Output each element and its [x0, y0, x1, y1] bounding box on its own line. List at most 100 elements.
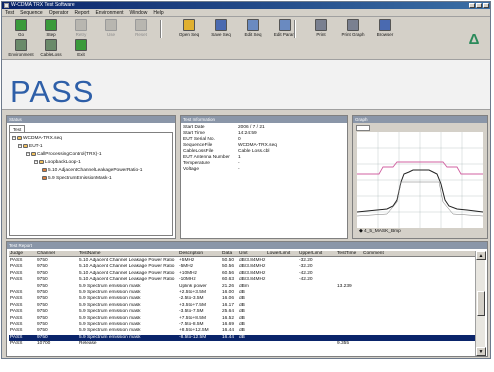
tab-test[interactable]: Test — [9, 125, 26, 132]
table-row[interactable]: PASS 9750 5.9 Spectrum emission mask -7.5to… — [9, 322, 475, 328]
tree-node[interactable]: − CallProcessingControl(TRX)-1 — [26, 151, 102, 158]
exit-button[interactable]: Exit — [66, 37, 96, 58]
table-row[interactable]: PASS 9750 5.9 Spectrum emission mask +7.5to… — [9, 316, 475, 322]
table-row[interactable]: PASS 9750 5.9 Spectrum emission mask -8.5to… — [9, 334, 475, 341]
expand-toggle-icon[interactable]: − — [34, 160, 38, 164]
test-report-table[interactable]: Judge Channel TestName Description Data Unit L… — [9, 251, 475, 356]
column-header-unit[interactable]: Unit — [239, 251, 266, 257]
environment-button[interactable]: Environment — [6, 37, 36, 58]
browser-button[interactable]: Browser — [370, 17, 400, 38]
go-button[interactable]: Go — [6, 17, 36, 38]
expand-toggle-icon[interactable]: − — [26, 152, 30, 156]
column-header-judge[interactable]: Judge — [10, 251, 36, 257]
tree-node-label: LoopbackLoop-1 — [45, 160, 81, 165]
cell-description: +7.5to+8.5M — [179, 315, 206, 321]
cell-channel: 9750 — [37, 283, 48, 289]
delta-icon: Δ — [468, 31, 480, 48]
tree-node[interactable]: − WCDMA-TRX.seq — [12, 135, 62, 142]
cell-description: +10MHz — [179, 270, 197, 276]
environment-label: Environment — [8, 52, 34, 57]
toolbar-separator — [160, 20, 162, 38]
cell-testname: 5.9 Spectrum emission mask — [79, 283, 141, 289]
column-header-description[interactable]: Description — [179, 251, 221, 257]
table-row[interactable]: PASS 9750 5.10 Adjacent Channel Leakage Po… — [9, 258, 475, 264]
table-row[interactable]: PASS 9750 5.10 Adjacent Channel Leakage Po… — [9, 277, 475, 283]
scroll-down-button[interactable]: ▼ — [476, 347, 486, 356]
expand-toggle-icon[interactable]: − — [18, 144, 22, 148]
scroll-up-button[interactable]: ▲ — [476, 251, 486, 260]
cell-judge: PASS — [10, 315, 23, 321]
table-row[interactable]: PASS 9750 5.9 Spectrum emission mask -2.5to… — [9, 296, 475, 302]
table-row[interactable]: PASS 9750 5.9 Spectrum emission mask +8.5to… — [9, 328, 475, 334]
menu-test[interactable]: Test — [5, 10, 14, 16]
sequence-tree[interactable]: − WCDMA-TRX.seq − EUT-1− CallProcessingContr… — [9, 132, 173, 236]
menu-help[interactable]: Help — [153, 10, 163, 16]
use-button[interactable]: Use — [96, 17, 126, 38]
minimize-button[interactable] — [469, 3, 475, 8]
info-row: Voltage - — [183, 167, 240, 173]
cell-data: 50.50 — [222, 258, 235, 263]
info-value: 1 — [238, 155, 241, 160]
print-button[interactable]: Print — [306, 17, 336, 38]
reset-icon — [135, 19, 147, 31]
use-icon — [105, 19, 117, 31]
tree-node[interactable]: − LoopbackLoop-1 — [34, 159, 81, 166]
table-row[interactable]: 9750 5.9 Spectrum emission mask Uplink pow… — [9, 284, 475, 290]
column-header-upperlimit[interactable]: UpperLimit — [299, 251, 336, 257]
tree-node[interactable]: − EUT-1 — [18, 143, 43, 150]
cell-channel: 9750 — [37, 315, 48, 321]
cell-description: Uplink power — [179, 283, 207, 289]
retry-button[interactable]: Retry — [66, 17, 96, 38]
table-row[interactable]: PASS 9750 5.9 Spectrum emission mask -3.5to… — [9, 309, 475, 315]
menu-report[interactable]: Report — [74, 10, 89, 16]
column-header-testtime[interactable]: TestTime — [337, 251, 362, 257]
scroll-thumb[interactable] — [477, 291, 485, 316]
table-row[interactable]: PASS 9750 5.10 Adjacent Channel Leakage Po… — [9, 264, 475, 270]
cell-judge: PASS — [10, 328, 23, 334]
menu-sequence[interactable]: Sequence — [20, 10, 43, 16]
table-row[interactable]: PASS 9750 5.10 Adjacent Channel Leakage Po… — [9, 271, 475, 277]
menu-environment[interactable]: Environment — [95, 10, 123, 16]
open-folder-icon — [183, 19, 195, 31]
open-seq-button[interactable]: Open Seq — [174, 17, 204, 38]
pass-status-text: PASS — [10, 74, 95, 109]
retry-icon — [75, 19, 87, 31]
tree-node-label: 5.9 SpectrumEmissionMask-1 — [48, 176, 112, 181]
column-header-data[interactable]: Data — [222, 251, 238, 257]
maximize-button[interactable] — [476, 3, 482, 8]
column-header-testname[interactable]: TestName — [79, 251, 177, 257]
folder-icon — [23, 144, 28, 148]
edit-icon — [247, 19, 259, 31]
toolbar-separator — [294, 20, 296, 38]
graph-tab[interactable] — [356, 125, 370, 131]
menu-window[interactable]: Window — [130, 10, 148, 16]
cell-testname: 5.10 Adjacent Channel Leakage Power Rati… — [79, 264, 175, 270]
print-graph-button[interactable]: Print Graph — [338, 17, 368, 38]
column-header-comment[interactable]: Comment — [363, 251, 393, 257]
table-row[interactable]: PASS 9750 5.9 Spectrum emission mask +3.5to… — [9, 303, 475, 309]
cell-testname: 5.10 Adjacent Channel Leakage Power Rati… — [79, 270, 175, 276]
expand-toggle-icon[interactable]: − — [12, 136, 16, 140]
menu-operator[interactable]: Operator — [49, 10, 69, 16]
cell-channel: 9750 — [37, 290, 48, 295]
close-button[interactable] — [483, 3, 489, 8]
column-header-lowerlimit[interactable]: LowerLimit — [267, 251, 298, 257]
info-value: Cable Loss.cbl — [238, 149, 270, 154]
cell-data: 16.44 — [222, 328, 235, 334]
table-row[interactable]: PASS 10700 Release 9.355 — [9, 341, 475, 347]
save-seq-button[interactable]: Save Seq — [206, 17, 236, 38]
edit-seq-button[interactable]: Edit Seq — [238, 17, 268, 38]
cell-unit: dB — [239, 309, 245, 315]
table-row[interactable]: PASS 9750 5.9 Spectrum emission mask +2.5to… — [9, 290, 475, 296]
reset-button[interactable]: Reset — [126, 17, 156, 38]
column-header-channel[interactable]: Channel — [37, 251, 77, 257]
cell-unit: dB — [239, 322, 245, 327]
cell-data: 25.64 — [222, 309, 235, 315]
info-value: 0 — [238, 137, 241, 142]
cableloss-button[interactable]: CableLoss — [36, 37, 66, 58]
tree-node[interactable]: 5.10 AdjacentChannelLeakagePowerRatio-1 — [42, 167, 142, 174]
report-scrollbar[interactable]: ▲ ▼ — [475, 251, 486, 356]
test-info-header: Test Information — [181, 116, 347, 123]
step-button[interactable]: Step — [36, 17, 66, 38]
tree-node[interactable]: 5.9 SpectrumEmissionMask-1 — [42, 175, 112, 182]
